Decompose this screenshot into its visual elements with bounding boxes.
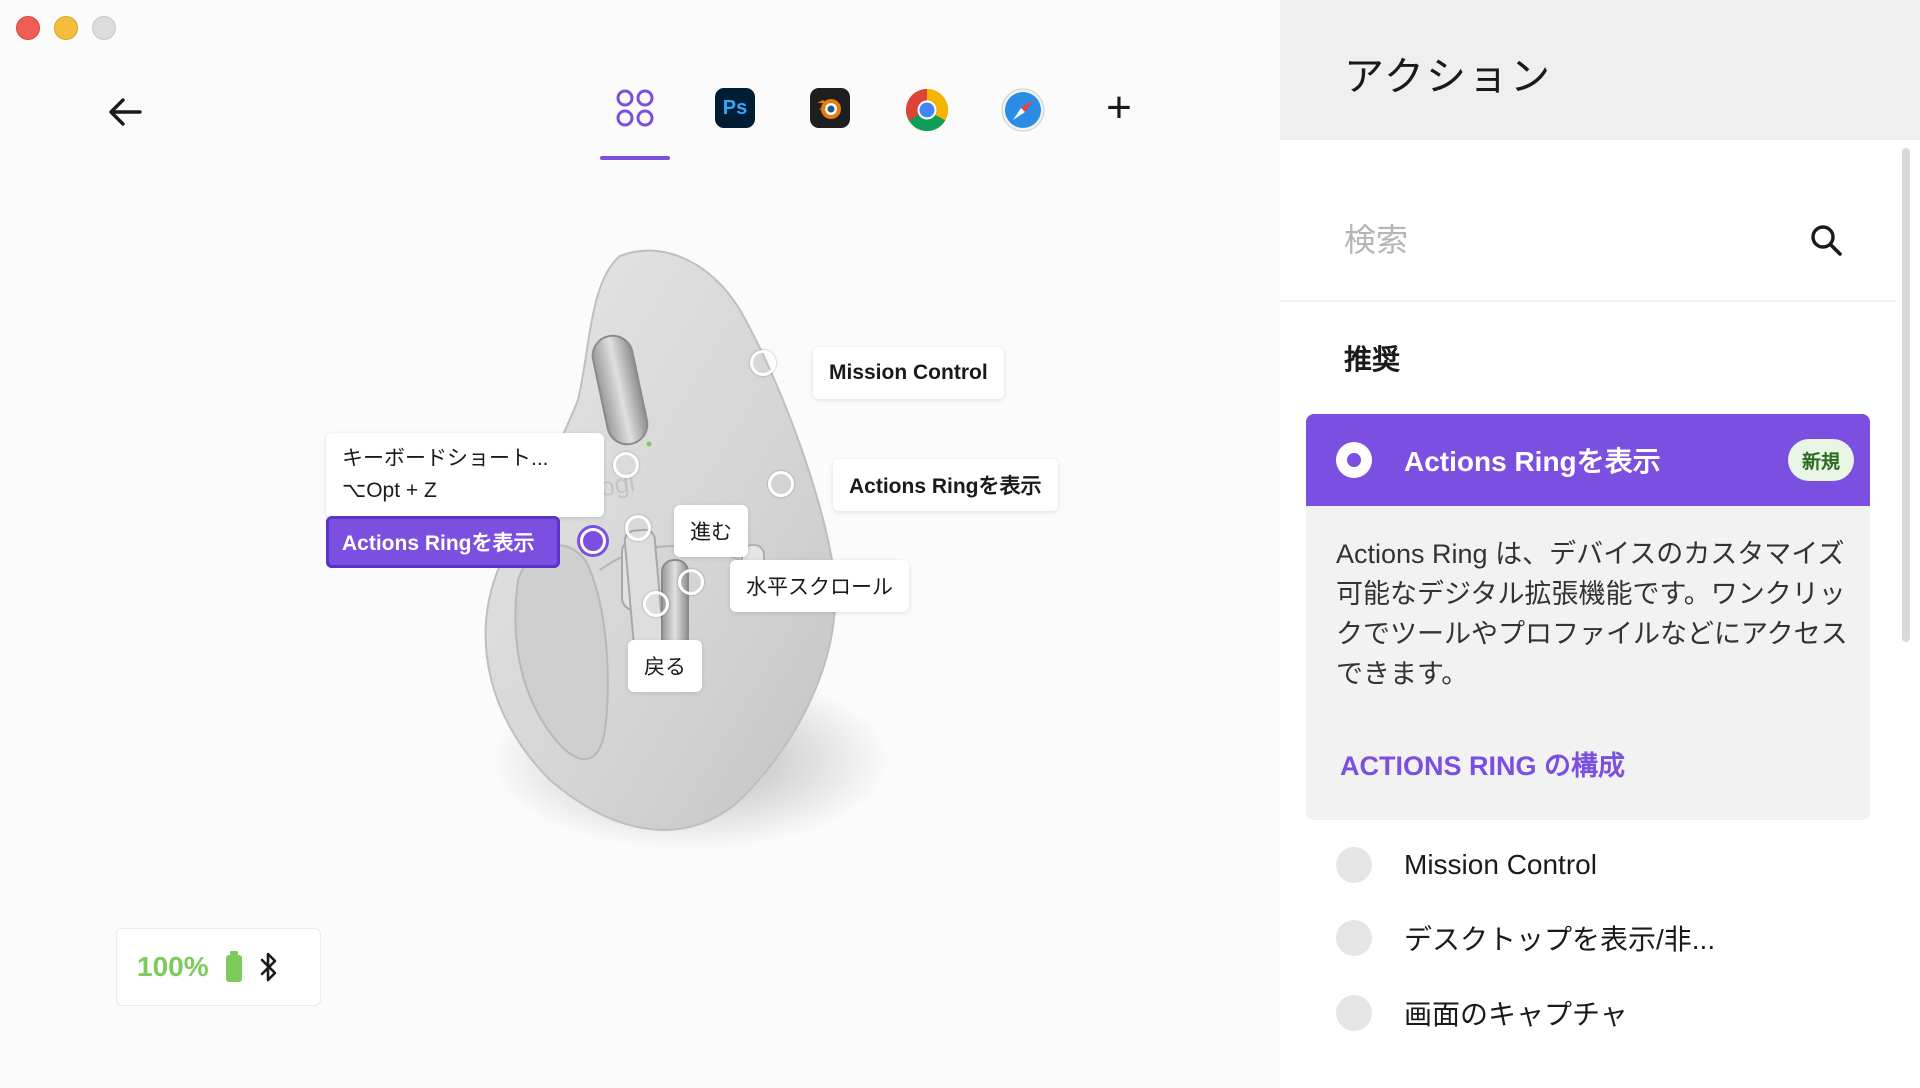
selected-action-description: Actions Ring は、デバイスのカスタマイズ可能なデジタル拡張機能です。…	[1336, 539, 1848, 689]
actions-panel: アクション 推奨 Actions Ringを表示 新規 Actions Ring…	[1280, 0, 1920, 1088]
radio-button[interactable]	[1336, 920, 1372, 956]
configure-actions-ring-link[interactable]: ACTIONS RING の構成	[1340, 744, 1625, 783]
action-item-show-desktop[interactable]: デスクトップを表示/非...	[1336, 913, 1715, 963]
add-application-button[interactable]: +	[1084, 80, 1154, 160]
device-status: 100%	[116, 928, 321, 1006]
search-input[interactable]	[1344, 220, 1784, 260]
selected-action-title: Actions Ringを表示	[1404, 446, 1661, 477]
gesture-button-hotspot[interactable]	[613, 452, 639, 478]
tab-photoshop[interactable]: Ps	[700, 80, 770, 160]
arrow-left-icon	[109, 98, 142, 126]
close-window-button[interactable]	[16, 16, 40, 40]
thumb-button-hotspot[interactable]	[580, 528, 606, 554]
zoom-window-button[interactable]	[92, 16, 116, 40]
bluetooth-icon	[260, 952, 276, 982]
action-item-screen-capture[interactable]: 画面のキャプチャ	[1336, 988, 1628, 1038]
wheel-button-hotspot[interactable]	[750, 350, 776, 376]
keyboard-shortcut-keys: ⌥Opt + Z	[342, 479, 437, 502]
thumb-button-callout[interactable]: Actions Ringを表示	[326, 516, 560, 568]
battery-icon	[225, 951, 242, 982]
back-button-hotspot[interactable]	[643, 591, 669, 617]
minimize-window-button[interactable]	[54, 16, 78, 40]
search-icon[interactable]	[1808, 222, 1844, 258]
panel-header: アクション	[1280, 0, 1920, 140]
panel-title: アクション	[1344, 55, 1552, 99]
action-label: Mission Control	[1404, 849, 1597, 880]
forward-callout[interactable]: 進む	[674, 505, 748, 557]
mode-shift-callout[interactable]: Actions Ringを表示	[833, 459, 1058, 511]
chrome-icon	[905, 88, 949, 132]
blender-icon	[810, 88, 850, 128]
selected-action-card: Actions Ringを表示 新規 Actions Ring は、デバイスのカ…	[1306, 414, 1870, 820]
mode-shift-hotspot[interactable]	[768, 471, 794, 497]
action-item-mission-control[interactable]: Mission Control	[1336, 840, 1597, 890]
keyboard-shortcut-callout[interactable]: キーボードショート... ⌥Opt + Z	[326, 433, 604, 517]
mission-control-callout[interactable]: Mission Control	[813, 347, 1004, 399]
back-button[interactable]	[105, 92, 145, 132]
photoshop-icon: Ps	[715, 88, 755, 128]
tab-chrome[interactable]	[892, 80, 962, 160]
horizontal-scroll-callout[interactable]: 水平スクロール	[730, 560, 909, 612]
safari-icon	[1001, 88, 1045, 132]
options-plus-window: Ps + logi Mission Control キーボードショート... ⌥…	[0, 0, 1920, 1088]
grid-icon	[616, 89, 654, 127]
panel-scrollbar[interactable]	[1902, 148, 1910, 642]
action-label: 画面のキャプチャ	[1404, 999, 1628, 1030]
battery-percentage: 100%	[137, 951, 209, 982]
action-label: デスクトップを表示/非...	[1404, 924, 1716, 955]
new-badge: 新規	[1787, 439, 1854, 481]
selected-action-option[interactable]: Actions Ringを表示 新規	[1306, 414, 1870, 506]
recommended-heading: 推奨	[1344, 344, 1401, 375]
tab-blender[interactable]	[795, 80, 865, 160]
tab-all-applications[interactable]	[600, 80, 670, 160]
search-bar	[1280, 200, 1896, 302]
thumb-wheel-hotspot[interactable]	[678, 569, 704, 595]
keyboard-shortcut-name: キーボードショート...	[342, 447, 549, 470]
window-controls	[16, 16, 116, 40]
forward-button-hotspot[interactable]	[625, 515, 651, 541]
selected-radio[interactable]	[1336, 442, 1372, 478]
radio-button[interactable]	[1336, 847, 1372, 883]
radio-button[interactable]	[1336, 995, 1372, 1031]
tab-safari[interactable]	[988, 80, 1058, 160]
back-callout[interactable]: 戻る	[628, 640, 702, 692]
